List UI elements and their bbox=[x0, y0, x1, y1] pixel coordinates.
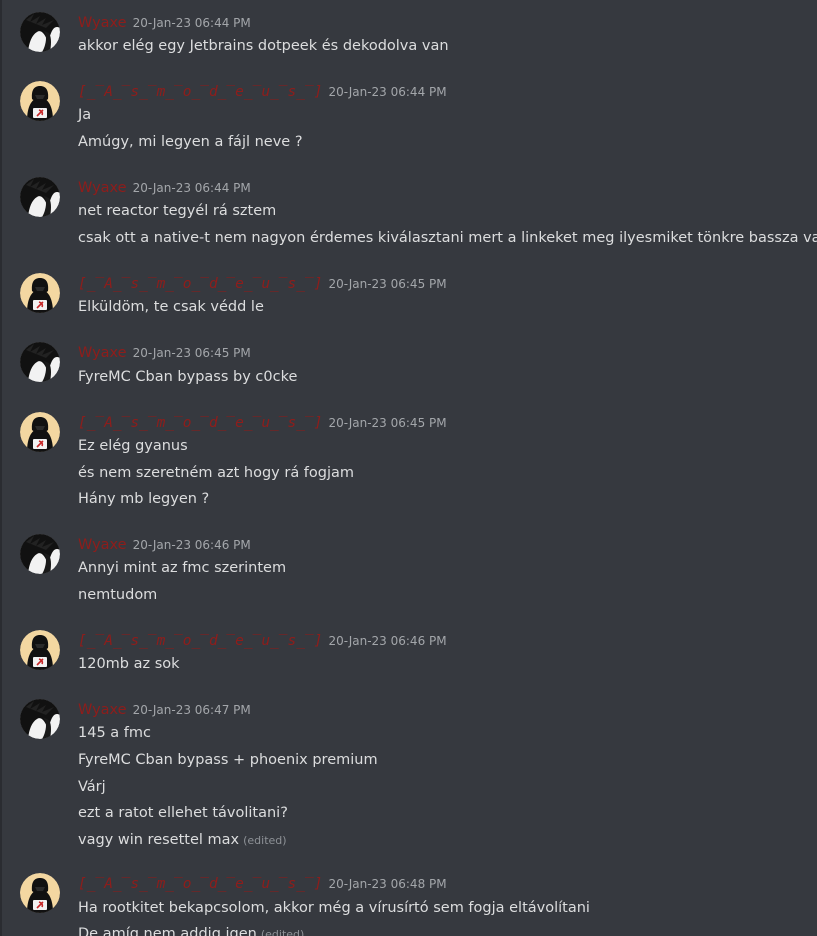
message-header: Wyaxe 20-Jan-23 06:47 PM bbox=[78, 699, 251, 719]
timestamp: 20-Jan-23 06:45 PM bbox=[328, 277, 447, 291]
message-text: 145 a fmc bbox=[78, 725, 151, 741]
message-header: [̲̅A̲̅s̲̅m̲̅o̲̅d̲̅e̲̅u̲̅s̲̅] 20-Jan-23 06… bbox=[78, 412, 447, 432]
message-text: és nem szeretném azt hogy rá fogjam bbox=[78, 465, 355, 481]
author-name[interactable]: [̲̅A̲̅s̲̅m̲̅o̲̅d̲̅e̲̅u̲̅s̲̅] bbox=[78, 876, 322, 892]
message-header: [̲̅A̲̅s̲̅m̲̅o̲̅d̲̅e̲̅u̲̅s̲̅] 20-Jan-23 06… bbox=[78, 873, 447, 893]
message-header: [̲̅A̲̅s̲̅m̲̅o̲̅d̲̅e̲̅u̲̅s̲̅] 20-Jan-23 06… bbox=[78, 81, 447, 101]
message-text: nemtudom bbox=[78, 587, 158, 603]
message-text: Ja bbox=[78, 107, 92, 123]
author-name[interactable]: [̲̅A̲̅s̲̅m̲̅o̲̅d̲̅e̲̅u̲̅s̲̅] bbox=[78, 415, 322, 431]
message-header: Wyaxe 20-Jan-23 06:44 PM bbox=[78, 12, 251, 32]
avatar-asmodeus-icon[interactable] bbox=[20, 873, 60, 913]
avatar-asmodeus-icon[interactable] bbox=[20, 273, 60, 313]
timestamp: 20-Jan-23 06:45 PM bbox=[328, 416, 447, 430]
avatar-wyaxe-icon[interactable] bbox=[20, 177, 60, 217]
timestamp: 20-Jan-23 06:44 PM bbox=[328, 85, 447, 99]
author-name[interactable]: [̲̅A̲̅s̲̅m̲̅o̲̅d̲̅e̲̅u̲̅s̲̅] bbox=[78, 633, 322, 649]
timestamp: 20-Jan-23 06:47 PM bbox=[132, 703, 251, 717]
message-text: FyreMC Cban bypass by c0cke bbox=[78, 369, 298, 385]
message-header: Wyaxe 20-Jan-23 06:45 PM bbox=[78, 342, 251, 362]
message-header: [̲̅A̲̅s̲̅m̲̅o̲̅d̲̅e̲̅u̲̅s̲̅] 20-Jan-23 06… bbox=[78, 273, 447, 293]
author-name[interactable]: Wyaxe bbox=[78, 537, 127, 553]
message-text: csak ott a native-t nem nagyon érdemes k… bbox=[78, 230, 817, 246]
message-text: Annyi mint az fmc szerintem bbox=[78, 560, 287, 576]
avatar-asmodeus-icon[interactable] bbox=[20, 412, 60, 452]
chat-left-border bbox=[0, 0, 2, 936]
message-text: Ha rootkitet bekapcsolom, akkor még a ví… bbox=[78, 900, 590, 916]
author-name[interactable]: Wyaxe bbox=[78, 702, 127, 718]
timestamp: 20-Jan-23 06:46 PM bbox=[132, 538, 251, 552]
message-text: Várj bbox=[78, 779, 106, 795]
chat-messages: Wyaxe 20-Jan-23 06:44 PM akkor elég egy J… bbox=[0, 0, 817, 936]
avatar-wyaxe-icon[interactable] bbox=[20, 534, 60, 574]
avatar-wyaxe-icon[interactable] bbox=[20, 342, 60, 382]
message-text: De amíg nem addig igen bbox=[78, 926, 257, 936]
message-text: 120mb az sok bbox=[78, 656, 180, 672]
edited-tag: (edited) bbox=[243, 834, 287, 847]
author-name[interactable]: [̲̅A̲̅s̲̅m̲̅o̲̅d̲̅e̲̅u̲̅s̲̅] bbox=[78, 276, 322, 292]
timestamp: 20-Jan-23 06:48 PM bbox=[328, 877, 447, 891]
timestamp: 20-Jan-23 06:45 PM bbox=[132, 346, 251, 360]
message-header: Wyaxe 20-Jan-23 06:46 PM bbox=[78, 534, 251, 554]
avatar-asmodeus-icon[interactable] bbox=[20, 81, 60, 121]
message-text: Hány mb legyen ? bbox=[78, 491, 210, 507]
message-header: Wyaxe 20-Jan-23 06:44 PM bbox=[78, 177, 251, 197]
avatar-asmodeus-icon[interactable] bbox=[20, 630, 60, 670]
message-text: net reactor tegyél rá sztem bbox=[78, 203, 277, 219]
author-name[interactable]: Wyaxe bbox=[78, 180, 127, 196]
message-line: vagy win resettel max (edited) bbox=[78, 831, 287, 850]
message-header: [̲̅A̲̅s̲̅m̲̅o̲̅d̲̅e̲̅u̲̅s̲̅] 20-Jan-23 06… bbox=[78, 630, 447, 650]
author-name[interactable]: Wyaxe bbox=[78, 15, 127, 31]
timestamp: 20-Jan-23 06:44 PM bbox=[132, 181, 251, 195]
message-text: Ez elég gyanus bbox=[78, 438, 188, 454]
message-text: ezt a ratot ellehet távolitani? bbox=[78, 805, 288, 821]
author-name[interactable]: Wyaxe bbox=[78, 345, 127, 361]
message-text: Elküldöm, te csak védd le bbox=[78, 299, 264, 315]
avatar-wyaxe-icon[interactable] bbox=[20, 699, 60, 739]
timestamp: 20-Jan-23 06:44 PM bbox=[132, 16, 251, 30]
message-text: Amúgy, mi legyen a fájl neve ? bbox=[78, 134, 303, 150]
message-line: De amíg nem addig igen (edited) bbox=[78, 925, 304, 936]
avatar-wyaxe-icon[interactable] bbox=[20, 12, 60, 52]
message-text: FyreMC Cban bypass + phoenix premium bbox=[78, 752, 378, 768]
timestamp: 20-Jan-23 06:46 PM bbox=[328, 634, 447, 648]
message-text: vagy win resettel max bbox=[78, 832, 240, 848]
edited-tag: (edited) bbox=[260, 928, 305, 936]
message-text: akkor elég egy Jetbrains dotpeek és deko… bbox=[78, 38, 449, 54]
author-name[interactable]: [̲̅A̲̅s̲̅m̲̅o̲̅d̲̅e̲̅u̲̅s̲̅] bbox=[78, 84, 322, 100]
